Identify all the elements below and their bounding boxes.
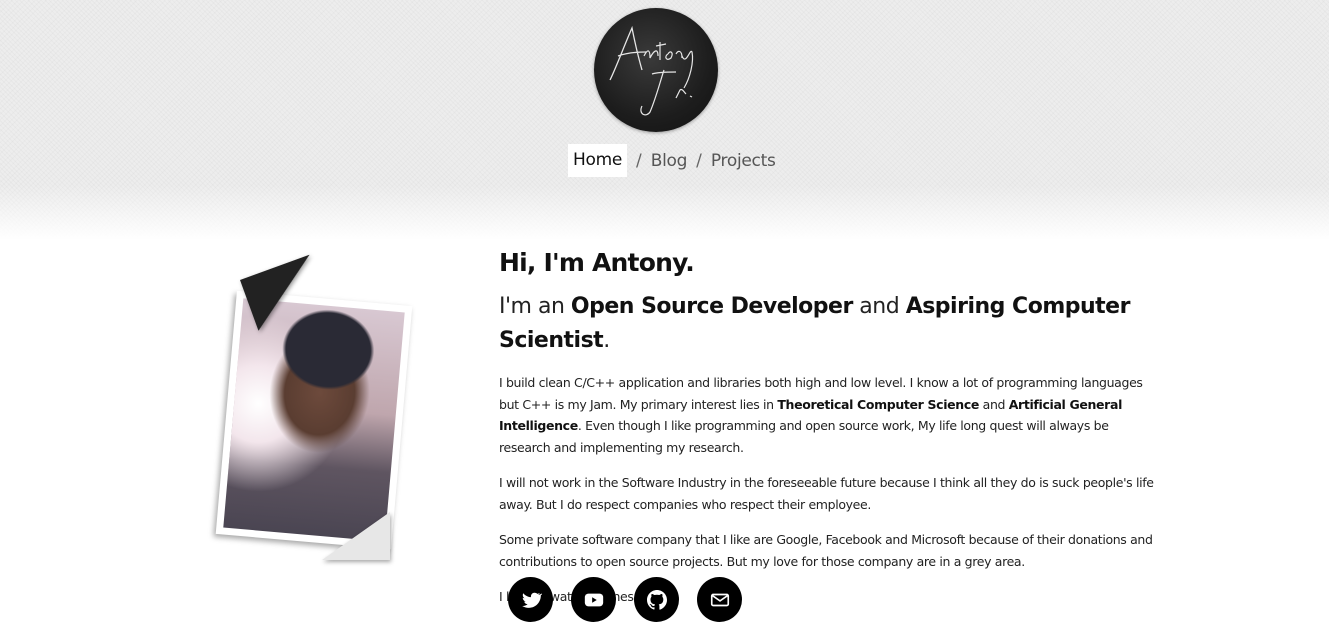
profile-photo-card: [210, 254, 430, 576]
interest-tcs: Theoretical Computer Science: [777, 396, 980, 412]
nav-projects-link[interactable]: Projects: [711, 151, 776, 171]
mail-link[interactable]: [697, 577, 742, 622]
greeting-heading: Hi, I'm Antony.: [499, 248, 695, 277]
logo[interactable]: [594, 8, 718, 132]
main-nav: Home / Blog / Projects: [568, 144, 776, 177]
tagline-prefix: I'm an: [499, 294, 571, 319]
nav-blog-link[interactable]: Blog: [651, 151, 688, 171]
youtube-link[interactable]: [571, 577, 616, 622]
tagline-connector: and: [852, 294, 906, 319]
tagline-role-developer: Open Source Developer: [570, 294, 853, 319]
nav-home-link[interactable]: Home: [568, 144, 628, 177]
bio-text: and: [979, 396, 1009, 412]
photo-corner-bottom-right: [322, 512, 390, 560]
youtube-icon: [584, 593, 603, 606]
tagline: I'm an Open Source Developer and Aspirin…: [499, 290, 1159, 358]
bio-paragraph-interests: I build clean C/C++ application and libr…: [499, 372, 1159, 458]
bio-paragraph-industry: I will not work in the Software Industry…: [499, 475, 1154, 512]
mail-icon: [710, 593, 729, 606]
bio-text: . Even though I like programming and ope…: [499, 418, 1109, 455]
nav-separator: /: [636, 150, 642, 171]
intro-section: Hi, I'm Antony. I'm an Open Source Devel…: [499, 244, 1159, 608]
github-link[interactable]: [634, 577, 679, 622]
github-icon: [646, 589, 667, 610]
twitter-link[interactable]: [508, 577, 553, 622]
twitter-icon: [521, 592, 542, 608]
nav-separator: /: [696, 150, 702, 171]
bio-paragraph-companies: Some private software company that I lik…: [499, 532, 1153, 569]
profile-photo: [223, 298, 405, 542]
tagline-period: .: [603, 328, 610, 353]
signature-logo-icon: [609, 25, 694, 116]
photo-frame: [215, 290, 413, 550]
social-links: [508, 577, 760, 622]
